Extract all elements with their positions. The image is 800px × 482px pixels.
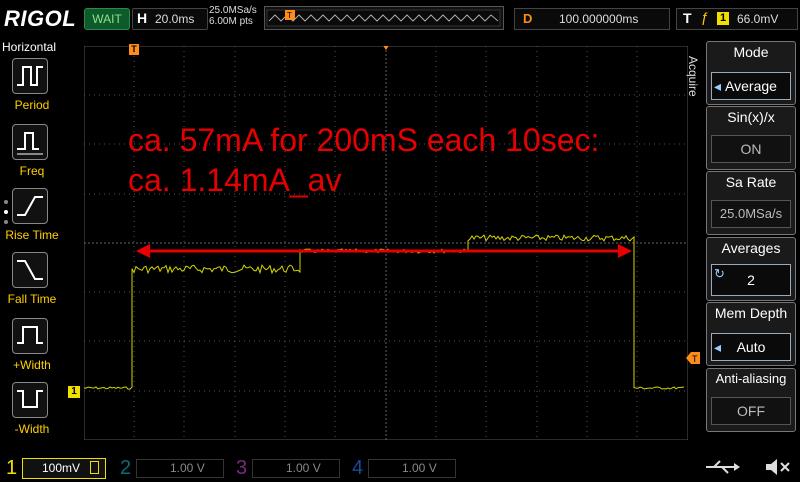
sinx-menu[interactable]: Sin(x)/x ON	[706, 106, 796, 170]
measure-rise-time-button[interactable]: Rise Time	[5, 188, 59, 248]
horizontal-timebase[interactable]: H 20.0ms	[132, 8, 208, 30]
channel-1-number: 1	[6, 457, 18, 479]
speaker-mute-icon[interactable]	[764, 457, 792, 477]
channel-3-number: 3	[236, 457, 248, 479]
sample-rate: 25.0MSa/s	[209, 5, 257, 16]
waveform-display[interactable]	[84, 46, 688, 440]
trigger-t-marker: T	[129, 44, 139, 55]
anti-aliasing-value: OFF	[711, 397, 791, 425]
trigger-level-marker[interactable]: T	[686, 352, 700, 364]
mem-depth-value-text: Auto	[736, 339, 766, 355]
sa-rate-title: Sa Rate	[725, 174, 777, 190]
mode-title: Mode	[733, 44, 769, 60]
period-icon	[12, 58, 48, 94]
channel-4-tab[interactable]: 4 1.00 V	[348, 457, 460, 479]
rigol-logo: RIGOL	[4, 6, 77, 31]
averages-menu[interactable]: Averages ↻ 2	[706, 237, 796, 301]
left-arrow-icon: ◂	[714, 339, 722, 355]
pos-width-label: +Width	[13, 358, 51, 372]
timebase-value: 20.0ms	[155, 12, 195, 26]
memory-points: 6.00M pts	[209, 16, 253, 27]
acquire-menu-title: Acquire	[686, 56, 700, 97]
rise-time-icon	[12, 188, 48, 224]
measure-neg-width-button[interactable]: -Width	[6, 382, 58, 442]
channel-2-number: 2	[120, 457, 132, 479]
rising-edge-icon: ƒ	[701, 9, 709, 25]
averages-title: Averages	[721, 240, 781, 256]
acquire-mode-menu[interactable]: Mode ◂ Average	[706, 41, 796, 105]
mode-value[interactable]: ◂ Average	[711, 72, 791, 100]
channel1-offset-marker[interactable]: 1	[68, 386, 80, 398]
channel-3-scale: 1.00 V	[286, 461, 321, 475]
memory-waveform-overview: T	[266, 9, 501, 27]
pos-width-icon	[12, 318, 48, 354]
usb-icon	[700, 458, 740, 476]
period-label: Period	[14, 98, 50, 112]
trigger-readout[interactable]: T ƒ 1 66.0mV	[676, 8, 798, 30]
averages-value[interactable]: ↻ 2	[711, 264, 791, 296]
fall-time-icon	[12, 252, 48, 288]
channel-2-scale: 1.00 V	[170, 461, 205, 475]
channel-2-tab[interactable]: 2 1.00 V	[116, 457, 228, 479]
sinx-title: Sin(x)/x	[727, 109, 775, 125]
anti-aliasing-menu[interactable]: Anti-aliasing OFF	[706, 368, 796, 432]
delay-value: 100.000000ms	[559, 12, 639, 26]
memory-position-bar[interactable]: T	[264, 6, 504, 30]
mem-depth-title: Mem Depth	[714, 305, 788, 321]
channel-1-scale: 100mV	[42, 461, 81, 475]
channel-3-tab[interactable]: 3 1.00 V	[232, 457, 344, 479]
channel-4-scale: 1.00 V	[402, 461, 437, 475]
delay-label: D	[523, 11, 533, 26]
neg-width-label: -Width	[14, 422, 50, 436]
mem-depth-value[interactable]: ◂ Auto	[711, 333, 791, 361]
averages-value-text: 2	[747, 272, 755, 288]
trigger-channel: 1	[717, 12, 729, 25]
sample-info: 25.0MSa/s 6.00M pts	[209, 5, 257, 27]
run-status-badge[interactable]: WAIT	[84, 8, 130, 30]
measure-fall-time-button[interactable]: Fall Time	[6, 252, 58, 312]
neg-width-icon	[12, 382, 48, 418]
channel-1-coupling-icon	[90, 461, 99, 474]
svg-text:T: T	[287, 11, 292, 20]
freq-icon	[12, 124, 48, 160]
rise-time-label: Rise Time	[5, 228, 59, 242]
mem-depth-menu[interactable]: Mem Depth ◂ Auto	[706, 302, 796, 366]
freq-label: Freq	[19, 164, 45, 178]
measure-pos-width-button[interactable]: +Width	[6, 318, 58, 378]
horizontal-label: H	[137, 10, 148, 26]
sample-rate-menu[interactable]: Sa Rate 25.0MSa/s	[706, 171, 796, 235]
svg-text:T: T	[692, 354, 698, 364]
measure-freq-button[interactable]: Freq	[6, 124, 58, 184]
measure-category-title: Horizontal	[2, 40, 57, 54]
rotate-knob-icon: ↻	[714, 266, 725, 281]
sinx-value: ON	[711, 135, 791, 163]
trigger-label: T	[683, 10, 692, 26]
sa-rate-value: 25.0MSa/s	[711, 200, 791, 228]
measure-period-button[interactable]: Period	[6, 58, 58, 118]
annotation-line-2: ca. 1.14mA_av	[128, 162, 342, 198]
anti-aliasing-title: Anti-aliasing	[715, 371, 787, 386]
left-arrow-icon: ◂	[714, 78, 722, 94]
channel-4-number: 4	[352, 457, 364, 479]
annotation-line-1: ca. 57mA for 200mS each 10sec:	[128, 122, 600, 158]
channel-1-tab[interactable]: 1 100mV	[0, 457, 112, 479]
fall-time-label: Fall Time	[7, 292, 57, 306]
mode-value-text: Average	[725, 78, 777, 94]
trigger-level: 66.0mV	[737, 12, 779, 26]
delay-readout[interactable]: D 100.000000ms	[514, 8, 670, 30]
